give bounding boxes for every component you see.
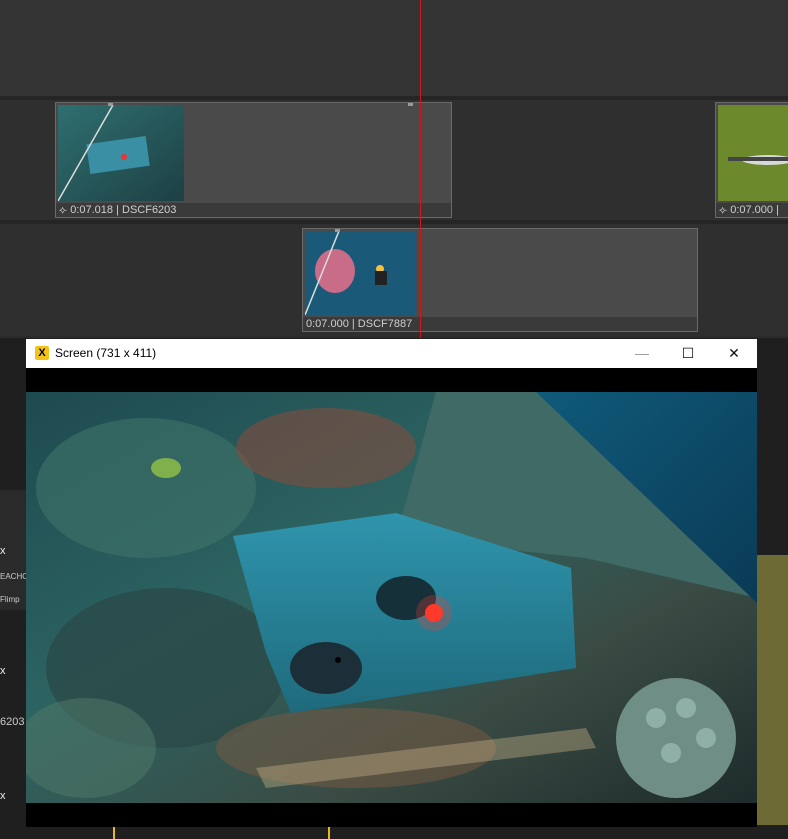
side-label: EACHO	[0, 572, 29, 581]
close-button[interactable]: ✕	[711, 339, 757, 368]
clip-label: ⟣ 0:07.018 | DSCF6203	[56, 203, 451, 217]
timeline-clip-next[interactable]: ⟣ 0:07.000 |	[715, 102, 788, 218]
side-label: x	[0, 790, 6, 802]
timeline-empty-track	[0, 0, 788, 96]
window-titlebar[interactable]: X Screen (731 x 411) — ☐ ✕	[26, 339, 757, 368]
left-thumbnail-strip: x EACHO Flimp	[0, 490, 29, 610]
clip-thumbnail	[58, 105, 184, 201]
clip-fade-handle[interactable]	[335, 229, 340, 232]
timeline-clip-dscf6203[interactable]: ⟣ 0:07.018 | DSCF6203	[55, 102, 452, 218]
side-label: x	[0, 665, 6, 677]
app-icon: X	[35, 346, 49, 360]
playhead[interactable]	[420, 0, 421, 338]
side-label: x	[0, 545, 6, 557]
clip-fade-handle[interactable]	[408, 103, 413, 106]
underwater-scene-image	[16, 368, 757, 827]
window-title: Screen (731 x 411)	[55, 346, 157, 360]
maximize-button[interactable]: ☐	[665, 339, 711, 368]
timeline-clip-dscf7887[interactable]: 0:07.000 | DSCF7887	[302, 228, 698, 332]
clip-fade-handle[interactable]	[108, 103, 113, 106]
side-label: Flimp	[0, 595, 20, 604]
minimize-button[interactable]: —	[619, 339, 665, 368]
clip-thumbnail	[305, 231, 415, 315]
preview-window: X Screen (731 x 411) — ☐ ✕	[16, 339, 757, 827]
clip-label: ⟣ 0:07.000 |	[716, 203, 788, 217]
preview-viewport[interactable]	[16, 368, 757, 827]
marker	[113, 826, 115, 839]
marker	[328, 826, 330, 839]
side-label: 6203	[0, 716, 25, 728]
right-thumbnail	[757, 555, 788, 825]
clip-label: 0:07.000 | DSCF7887	[303, 317, 697, 331]
clip-thumbnail	[718, 105, 788, 201]
